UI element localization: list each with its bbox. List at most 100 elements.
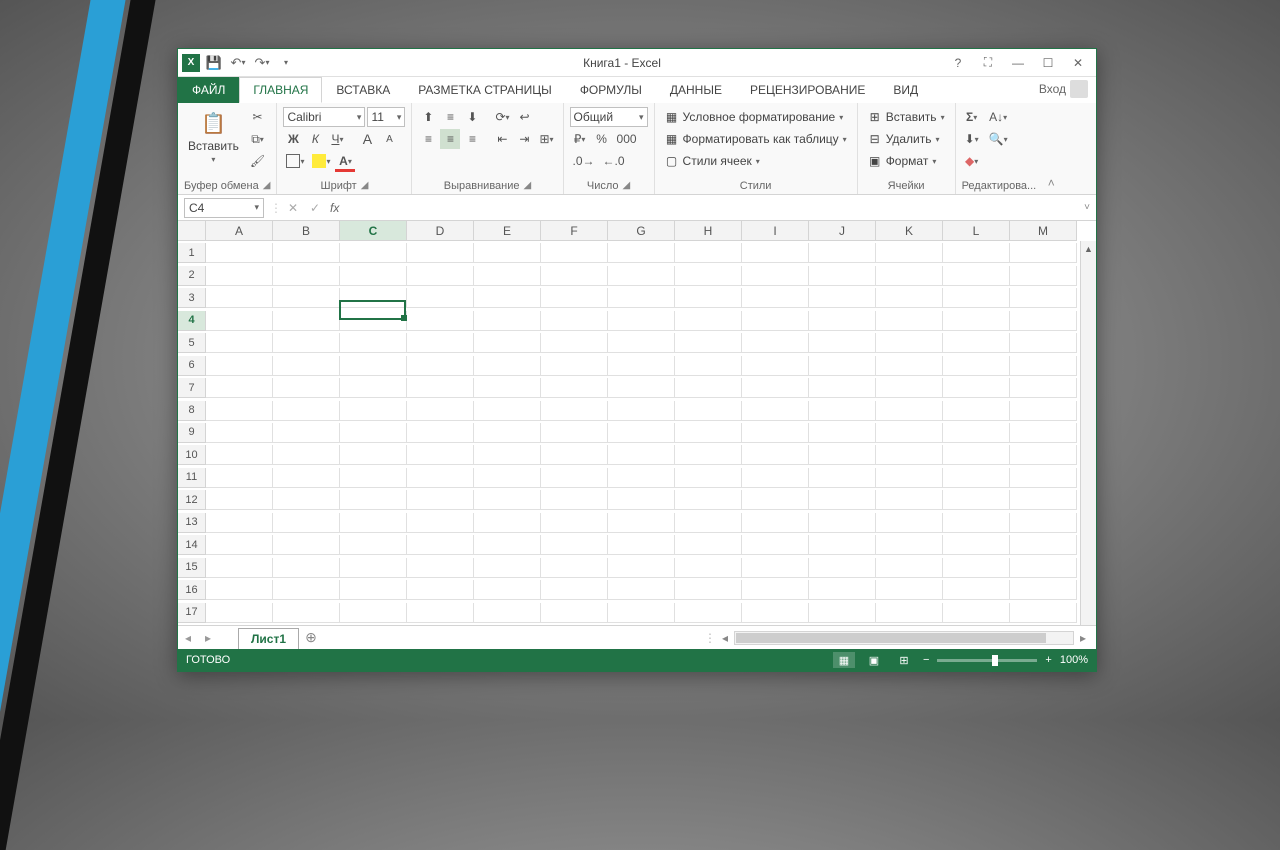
cell[interactable] [273,513,340,533]
cell[interactable] [742,468,809,488]
grow-font-button[interactable]: A [357,129,377,149]
dialog-launcher[interactable]: ◢ [361,180,369,192]
cell[interactable] [273,311,340,331]
cell[interactable] [809,445,876,465]
cell[interactable] [273,401,340,421]
cell[interactable] [474,423,541,443]
cell[interactable] [809,243,876,263]
cell[interactable] [675,311,742,331]
collapse-ribbon-button[interactable]: ˄ [1042,103,1060,194]
ribbon-options-button[interactable]: ⛶ [974,53,1002,73]
cell[interactable] [407,311,474,331]
cell[interactable] [206,311,273,331]
conditional-format-button[interactable]: ▦Условное форматирование▾ [661,107,848,127]
increase-indent-button[interactable]: ⇥ [514,129,534,149]
tab-data[interactable]: ДАННЫЕ [656,77,736,103]
cell[interactable] [809,378,876,398]
cell[interactable] [809,580,876,600]
cell[interactable] [608,356,675,376]
cell[interactable] [742,513,809,533]
cell[interactable] [474,513,541,533]
cell[interactable] [1010,603,1077,623]
cell[interactable] [876,490,943,510]
align-right-button[interactable]: ≡ [462,129,482,149]
cell[interactable] [474,445,541,465]
cell[interactable] [206,266,273,286]
cell[interactable] [340,580,407,600]
cut-button[interactable]: ✂ [247,107,268,127]
tab-review[interactable]: РЕЦЕНЗИРОВАНИЕ [736,77,879,103]
orientation-button[interactable]: ⟳▾ [492,107,512,127]
cell[interactable] [608,603,675,623]
tab-view[interactable]: ВИД [879,77,932,103]
cell[interactable] [809,401,876,421]
row-header[interactable]: 8 [178,401,206,421]
cell[interactable] [1010,535,1077,555]
column-header[interactable]: I [742,221,809,241]
cell[interactable] [1010,333,1077,353]
cell[interactable] [474,243,541,263]
cell[interactable] [675,423,742,443]
cell[interactable] [407,401,474,421]
cell[interactable] [1010,468,1077,488]
cell[interactable] [340,490,407,510]
expand-formula-bar[interactable]: ˅ [1078,202,1096,213]
dialog-launcher[interactable]: ◢ [263,180,271,192]
cell[interactable] [407,468,474,488]
cell[interactable] [407,558,474,578]
cell[interactable] [1010,513,1077,533]
page-layout-view-button[interactable]: ▣ [863,652,885,668]
delete-cells-button[interactable]: ⊟Удалить▾ [864,129,944,149]
maximize-button[interactable]: ☐ [1034,53,1062,73]
align-top-button[interactable]: ⬆ [418,107,438,127]
vertical-scrollbar[interactable]: ▲ [1080,241,1096,625]
cell[interactable] [340,243,407,263]
cell[interactable] [273,603,340,623]
dialog-launcher[interactable]: ◢ [524,180,532,192]
cell[interactable] [675,580,742,600]
cell[interactable] [675,333,742,353]
cell[interactable] [876,603,943,623]
cell[interactable] [273,445,340,465]
cell[interactable] [541,468,608,488]
horizontal-scrollbar[interactable] [734,631,1074,645]
underline-button[interactable]: Ч▾ [327,129,347,149]
cell[interactable] [1010,378,1077,398]
column-header[interactable]: K [876,221,943,241]
cell[interactable] [541,266,608,286]
cell[interactable] [943,558,1010,578]
sign-in-button[interactable]: Вход [1031,75,1096,103]
cell[interactable] [943,243,1010,263]
cell[interactable] [407,535,474,555]
cell[interactable] [742,490,809,510]
cell[interactable] [273,535,340,555]
cell[interactable] [340,378,407,398]
cell[interactable] [876,423,943,443]
cell[interactable] [206,401,273,421]
row-header[interactable]: 6 [178,356,206,376]
column-header[interactable]: G [608,221,675,241]
cell[interactable] [1010,288,1077,308]
cell[interactable] [1010,266,1077,286]
cell[interactable] [742,423,809,443]
cell[interactable] [541,243,608,263]
fill-button[interactable]: ⬇▾ [962,129,982,149]
zoom-out-button[interactable]: − [923,654,929,666]
cell[interactable] [608,490,675,510]
cell[interactable] [943,468,1010,488]
row-header[interactable]: 15 [178,558,206,578]
cell[interactable] [675,603,742,623]
cell[interactable] [675,356,742,376]
row-header[interactable]: 5 [178,333,206,353]
cell[interactable] [742,356,809,376]
cell[interactable] [742,603,809,623]
cell[interactable] [943,401,1010,421]
number-format-combo[interactable]: Общий▾ [570,107,648,127]
cancel-edit-button[interactable]: ✕ [282,198,304,218]
italic-button[interactable]: К [305,129,325,149]
cell[interactable] [206,356,273,376]
autosum-button[interactable]: Σ▾ [962,107,982,127]
cell[interactable] [206,603,273,623]
cell[interactable] [943,580,1010,600]
column-header[interactable]: M [1010,221,1077,241]
